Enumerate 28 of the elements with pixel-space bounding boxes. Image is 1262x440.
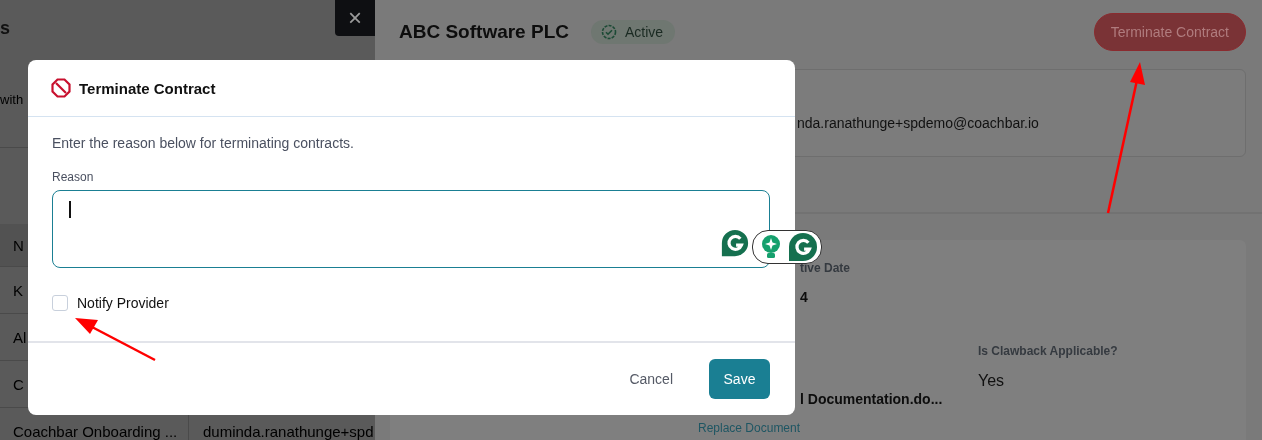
reason-field[interactable] bbox=[52, 190, 770, 268]
grammar-assistant-icon[interactable] bbox=[720, 228, 750, 258]
status-badge: Active bbox=[590, 19, 676, 44]
field-value: Yes bbox=[978, 372, 1005, 390]
terminate-contract-button[interactable]: Terminate Contract bbox=[1093, 12, 1246, 51]
field-label: tive Date bbox=[800, 261, 851, 275]
text-cursor bbox=[69, 201, 71, 218]
notify-checkbox[interactable] bbox=[52, 295, 68, 311]
checkbox-label: Notify Provider bbox=[77, 295, 169, 311]
grammar-logo-icon bbox=[789, 233, 817, 261]
document-name: l Documentation.do... bbox=[800, 391, 943, 407]
save-button[interactable]: Save bbox=[709, 359, 770, 399]
close-button[interactable]: × bbox=[335, 0, 375, 36]
instruction-text: Enter the reason below for terminating contracts. bbox=[52, 135, 354, 151]
field-label: Reason bbox=[52, 170, 94, 184]
dialog-title: Terminate Contract bbox=[79, 79, 216, 97]
lightbulb-icon bbox=[761, 234, 781, 260]
page-title: s bbox=[0, 17, 10, 39]
page-description: with bbox=[0, 92, 24, 107]
company-title: ABC Software PLC bbox=[399, 20, 569, 43]
cancel-button[interactable]: Cancel bbox=[613, 361, 689, 397]
email-text: nda.ranathunge+spdemo@coachbar.io bbox=[797, 115, 1039, 131]
field-value: 4 bbox=[800, 289, 808, 305]
check-circle-icon bbox=[600, 23, 617, 40]
field-label: Is Clawback Applicable? bbox=[978, 344, 1118, 358]
table-cell-text: duminda.ranathunge+spd bbox=[202, 422, 374, 440]
grammar-assistant-widget[interactable] bbox=[752, 230, 822, 264]
prohibited-icon bbox=[51, 78, 71, 98]
